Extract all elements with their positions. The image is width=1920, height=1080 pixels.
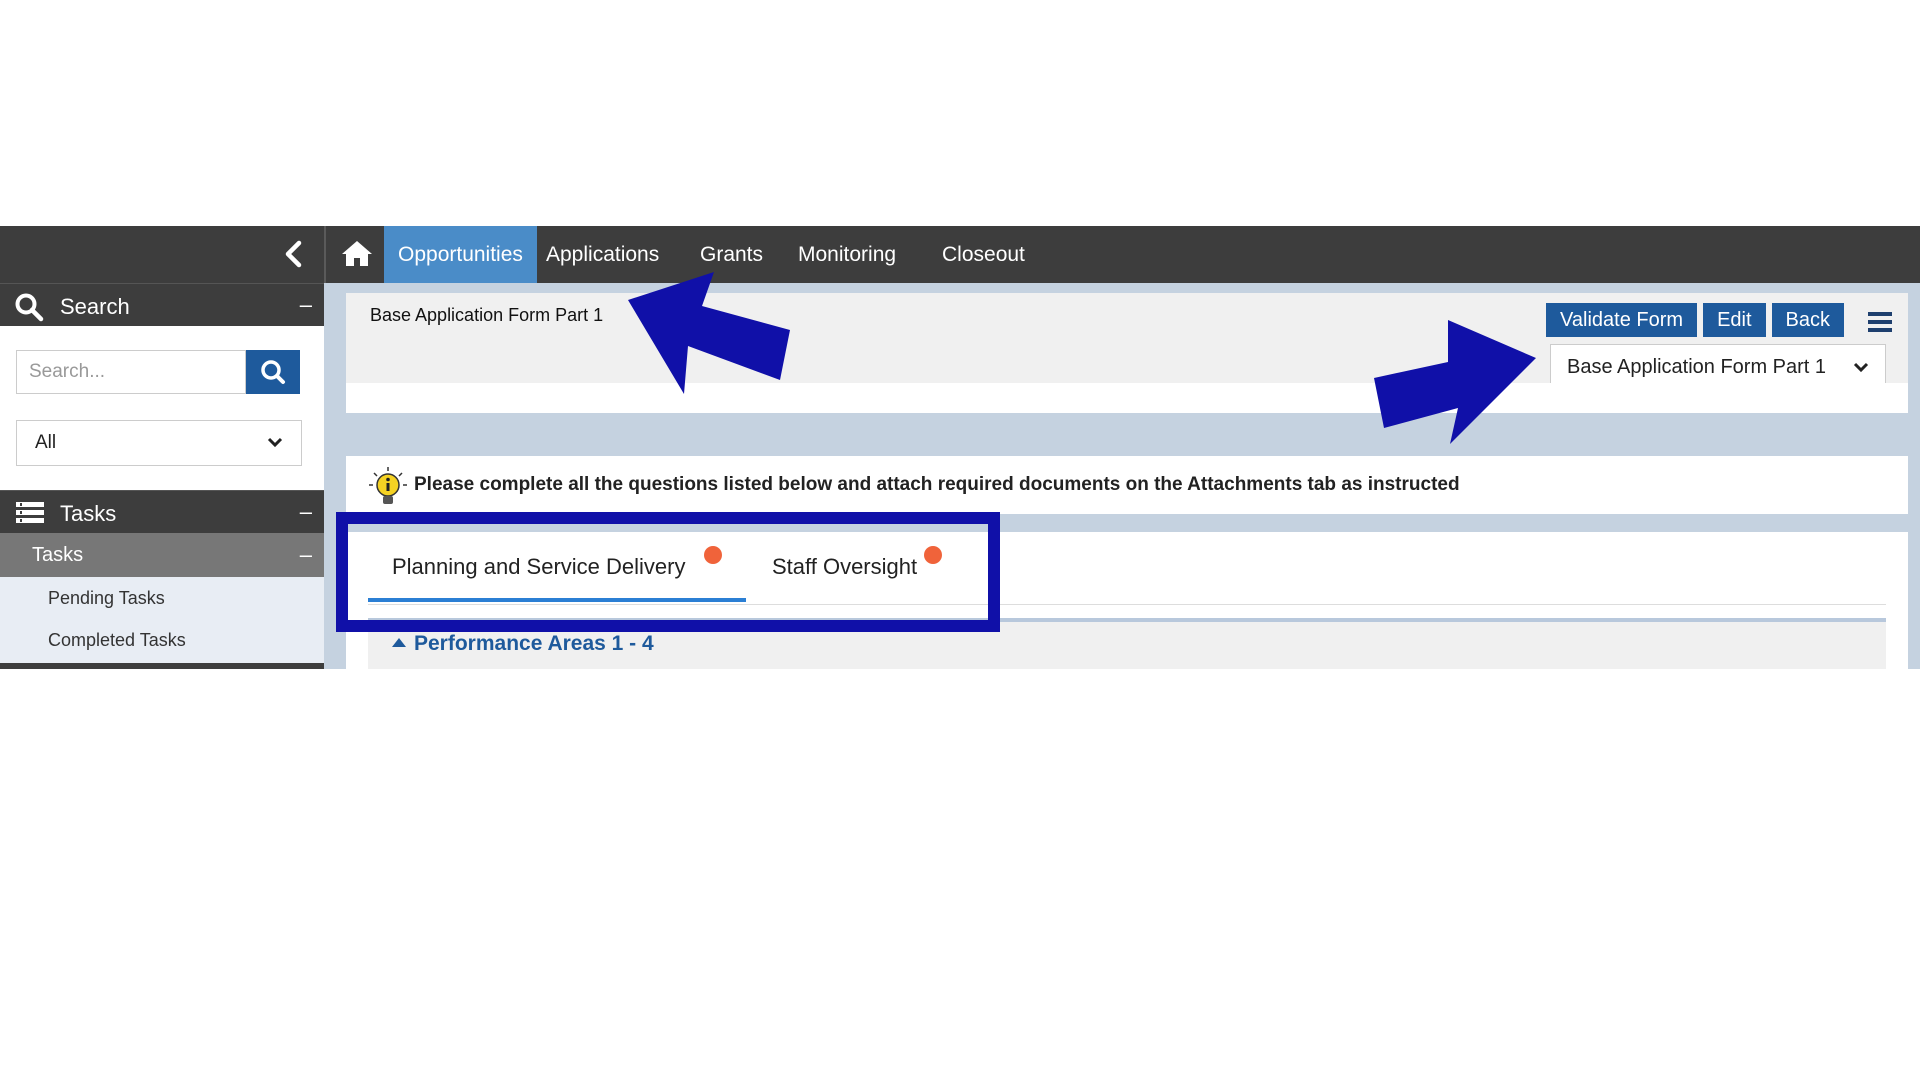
nav-tab-opportunities[interactable]: Opportunities [384,226,537,283]
nav-tab-monitoring[interactable]: Monitoring [784,226,910,283]
form-title: Base Application Form Part 1 [370,305,604,325]
edit-button[interactable]: Edit [1703,303,1766,337]
tasks-group-title: Tasks [32,544,84,566]
search-icon [14,292,44,322]
chevron-left-icon[interactable] [276,236,312,272]
form-action-buttons: Validate Form Edit Back [1546,303,1844,337]
sidebar: Search – All Tasks – Tasks – [0,226,324,669]
top-navigation: Opportunities Applications Grants Monito… [324,226,1920,283]
validate-form-button[interactable]: Validate Form [1546,303,1698,337]
form-header-panel: Base Application Form Part 1 Validate Fo… [346,293,1908,413]
chevron-down-icon [1853,356,1869,379]
section-title: Performance Areas 1 - 4 [392,632,654,656]
annotation-arrow-left-icon [628,272,790,394]
chevron-down-icon [267,432,283,454]
home-icon[interactable] [340,238,374,270]
annotation-highlight-box [336,512,1000,632]
sidebar-item-completed-tasks[interactable]: Completed Tasks [0,619,324,661]
search-section-header[interactable]: Search – [0,283,324,326]
search-scope-select[interactable]: All [16,420,302,466]
lightbulb-icon [368,466,408,508]
tasks-group-header[interactable]: Tasks – [0,533,324,577]
collapse-tasks-group-button[interactable]: – [300,542,312,568]
nav-tab-closeout[interactable]: Closeout [928,226,1039,283]
form-header-footer [346,383,1908,413]
section-title-text: Performance Areas 1 - 4 [414,632,654,655]
back-button[interactable]: Back [1771,303,1844,337]
annotation-arrow-right-icon [1374,320,1536,444]
search-input[interactable] [16,350,246,394]
collapse-tasks-button[interactable]: – [300,499,312,525]
info-message: Please complete all the questions listed… [414,474,1460,495]
search-section-title: Search [60,294,130,319]
info-banner: Please complete all the questions listed… [346,456,1908,514]
list-icon [14,499,44,527]
tasks-section-header[interactable]: Tasks – [0,490,324,533]
search-scope-value: All [35,432,57,453]
caret-up-icon [392,637,406,647]
collapse-search-button[interactable]: – [300,292,312,318]
search-button[interactable] [246,350,300,394]
hamburger-icon[interactable] [1866,309,1894,335]
tasks-section-title: Tasks [60,501,117,526]
form-select-value: Base Application Form Part 1 [1567,355,1827,378]
search-panel: All [0,326,324,490]
sidebar-top-bar [0,226,324,283]
sidebar-bottom-bar [0,663,324,669]
sidebar-item-pending-tasks[interactable]: Pending Tasks [0,577,324,619]
